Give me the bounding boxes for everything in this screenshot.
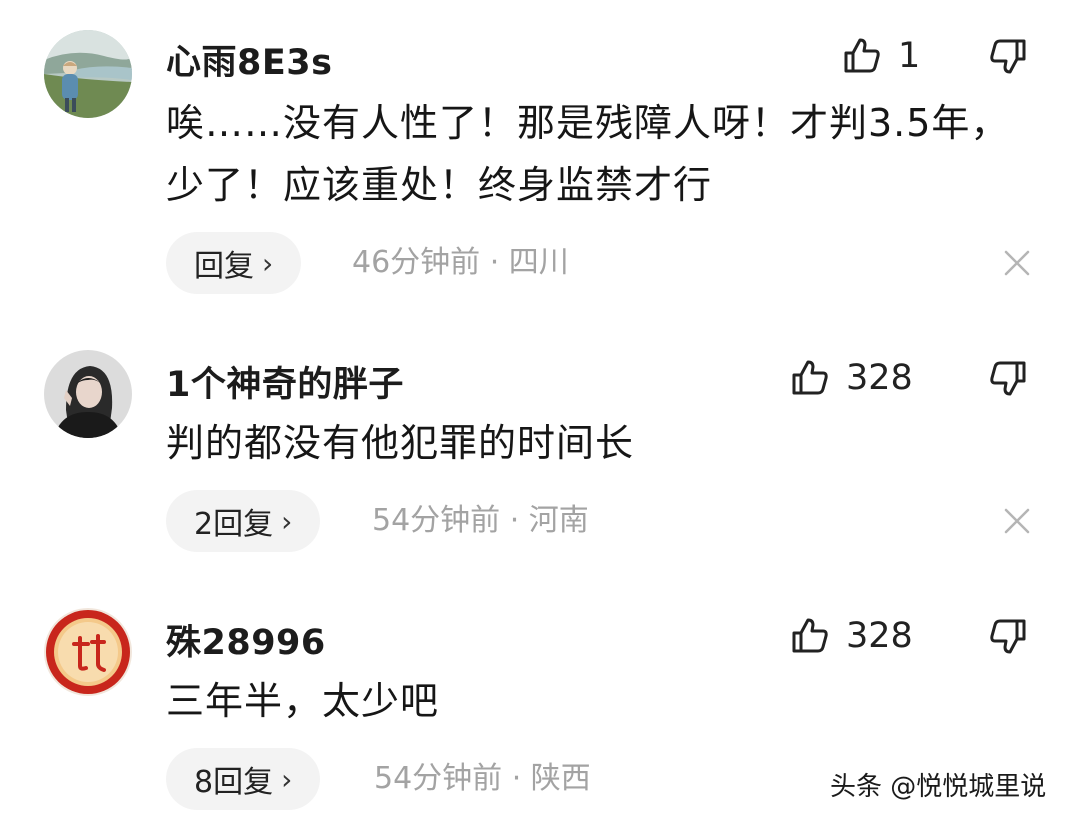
dislike-button[interactable] (988, 616, 1032, 660)
comment-text: 三年半，太少吧 (166, 679, 440, 723)
person-photo-avatar (44, 350, 132, 438)
chevron-right-icon: › (262, 246, 274, 280)
reply-button[interactable]: 8回复 › (166, 748, 321, 810)
username[interactable]: 心雨8E3s (166, 34, 332, 85)
seal-logo-avatar (44, 608, 132, 696)
username[interactable]: 殊28996 (166, 614, 326, 665)
like-count: 1 (898, 36, 921, 76)
reply-button[interactable]: 2回复 › (166, 490, 321, 552)
thumbs-up-icon (792, 618, 828, 653)
dislike-button[interactable] (988, 36, 1032, 80)
comment-meta: 46分钟前 · 四川 (352, 245, 569, 280)
dislike-button[interactable] (988, 358, 1032, 402)
chevron-right-icon: › (281, 504, 293, 538)
avatar[interactable] (44, 30, 132, 118)
reply-label: 回复 (194, 249, 254, 284)
thumbs-down-icon (990, 39, 1026, 74)
username[interactable]: 1个神奇的胖子 (166, 356, 404, 407)
close-icon[interactable] (1002, 506, 1032, 536)
reply-label: 8回复 (194, 765, 274, 800)
like-count: 328 (846, 616, 913, 656)
like-button[interactable]: 328 (790, 614, 913, 658)
like-count: 328 (846, 358, 913, 398)
like-button[interactable]: 328 (790, 356, 913, 400)
reply-button[interactable]: 回复 › (166, 232, 302, 294)
landscape-photo-avatar (44, 30, 132, 118)
close-icon[interactable] (1002, 248, 1032, 278)
thumbs-down-icon (990, 619, 1026, 654)
like-button[interactable]: 1 (842, 34, 920, 78)
comment-meta: 54分钟前 · 陕西 (374, 761, 591, 796)
watermark: 头条 @悦悦城里说 (830, 772, 1047, 802)
thumbs-up-icon (844, 38, 880, 73)
comment-text: 判的都没有他犯罪的时间长 (166, 421, 635, 465)
comment-text: 唉……没有人性了！那是残障人呀！才判3.5年，少了！应该重处！终身监禁才行 (166, 101, 1010, 207)
thumbs-up-icon (792, 360, 828, 395)
reply-label: 2回复 (194, 507, 274, 542)
chevron-right-icon: › (281, 762, 293, 796)
thumbs-down-icon (990, 361, 1026, 396)
comment-meta: 54分钟前 · 河南 (372, 503, 589, 538)
avatar[interactable] (44, 608, 132, 696)
avatar[interactable] (44, 350, 132, 438)
